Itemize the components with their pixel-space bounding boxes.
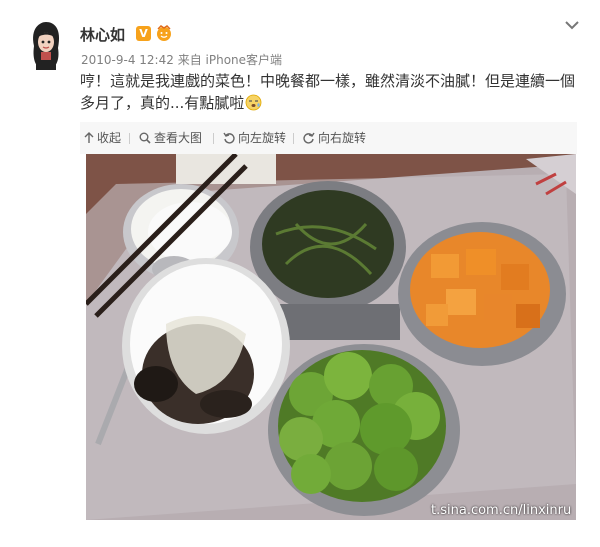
- member-icon[interactable]: [155, 24, 173, 42]
- food-photo: [86, 154, 576, 520]
- view-large-label: 查看大图: [154, 131, 203, 145]
- image-toolbar: 收起 查看大图 向左旋转 向右旋转: [80, 122, 577, 154]
- rotate-right-button[interactable]: 向右旋转: [303, 122, 366, 154]
- collapse-button[interactable]: 收起: [84, 122, 121, 154]
- divider: [293, 133, 294, 144]
- chevron-down-icon[interactable]: [565, 20, 579, 30]
- avatar[interactable]: [26, 20, 66, 72]
- post-photo[interactable]: [86, 154, 576, 520]
- photo-watermark: t.sina.com.cn/linxinru: [431, 503, 572, 518]
- post-text: 哼！這就是我連戲的菜色！中晚餐都一樣，雖然清淡不油膩！但是連續一個多月了，真的.…: [80, 70, 575, 114]
- view-large-button[interactable]: 查看大图: [139, 122, 202, 154]
- divider: [129, 133, 130, 144]
- verified-icon: V: [136, 26, 151, 41]
- collapse-label: 收起: [97, 131, 122, 145]
- collapse-arrow-icon: [84, 132, 94, 143]
- username[interactable]: 林心如: [80, 24, 125, 45]
- post-text-body: 哼！這就是我連戲的菜色！中晚餐都一樣，雖然清淡不油膩！但是連續一個多月了，真的.…: [80, 72, 576, 112]
- rotate-right-label: 向右旋转: [318, 131, 367, 145]
- divider: [213, 133, 214, 144]
- rotate-left-icon: [223, 132, 235, 144]
- magnify-icon: [139, 132, 151, 144]
- timestamp[interactable]: 2010-9-4 12:42: [81, 53, 174, 67]
- rotate-right-icon: [303, 132, 315, 144]
- rotate-left-label: 向左旋转: [238, 131, 287, 145]
- weibo-post-card: 林心如 V 2010-9-4 12:42 来自 iPhone客户端 哼！這就是我…: [0, 0, 600, 547]
- rotate-left-button[interactable]: 向左旋转: [223, 122, 286, 154]
- post-meta: 2010-9-4 12:42 来自 iPhone客户端: [81, 51, 282, 68]
- source[interactable]: 来自 iPhone客户端: [178, 53, 282, 67]
- sleepy-face-emoji: [245, 94, 262, 111]
